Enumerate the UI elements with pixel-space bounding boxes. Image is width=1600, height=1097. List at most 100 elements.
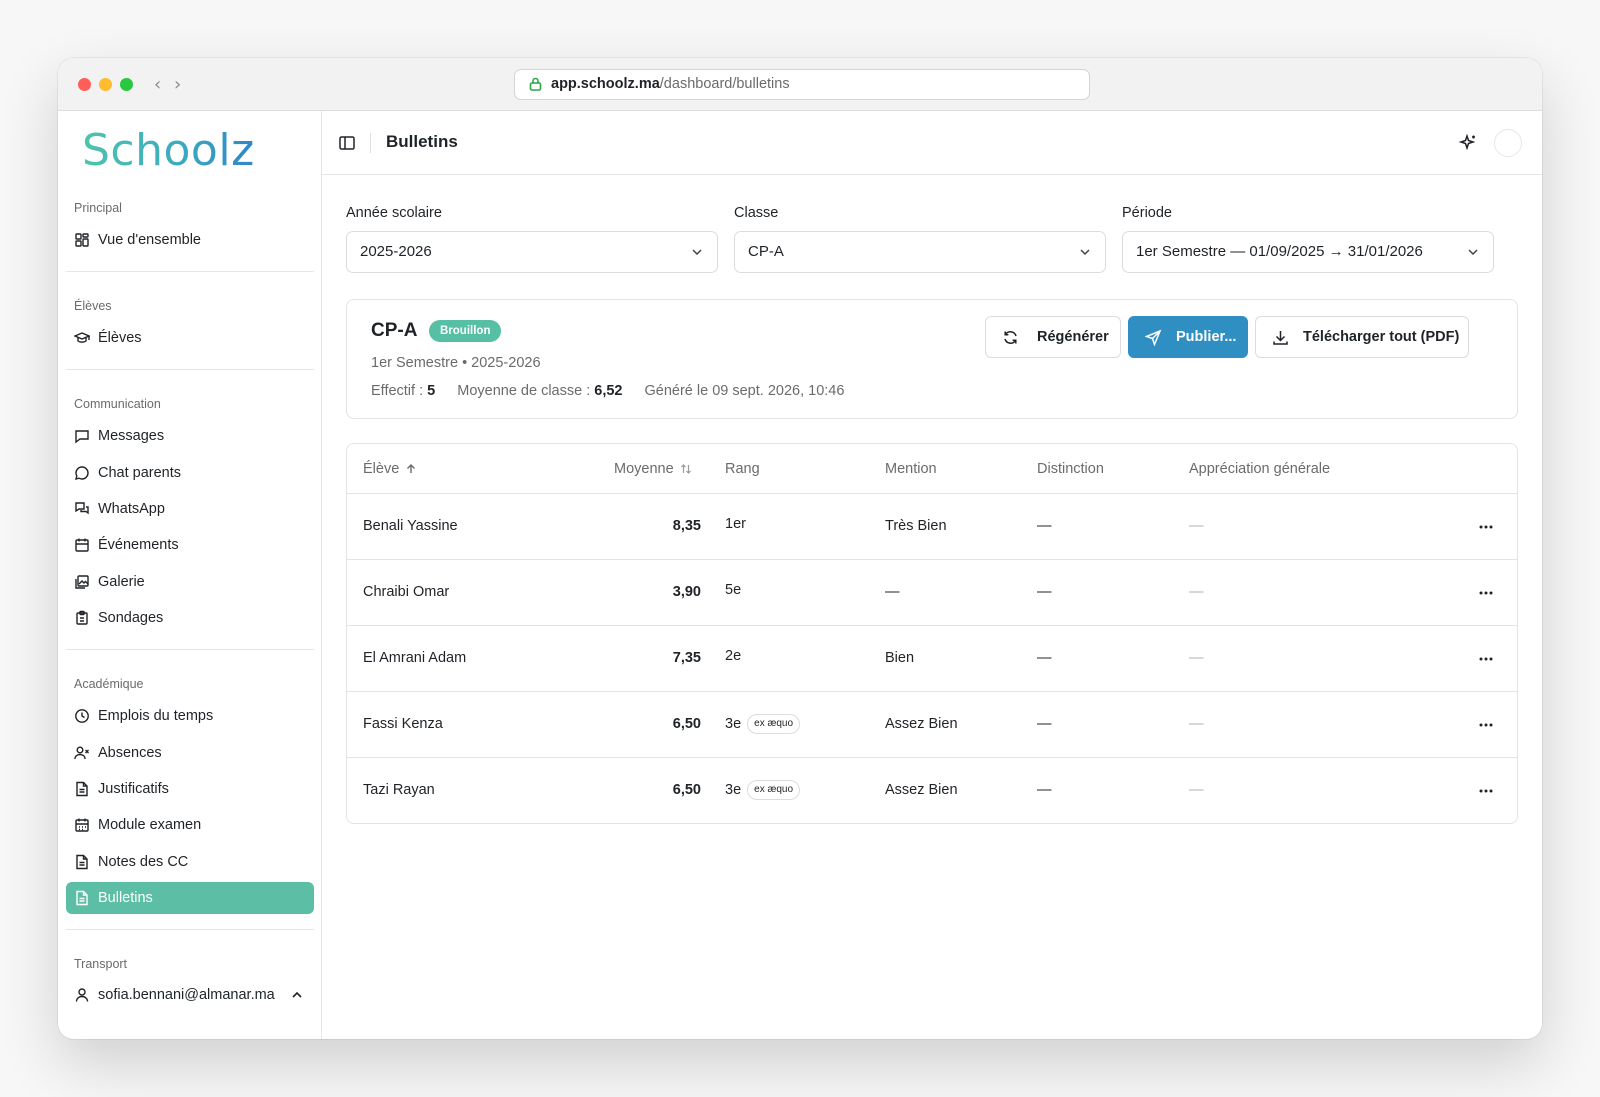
header-appreciation: Appréciation générale: [1189, 461, 1331, 477]
header-distinction: Distinction: [1037, 461, 1104, 477]
more-horizontal-icon[interactable]: [1477, 584, 1495, 602]
sidebar-item-emplois-du-temps[interactable]: Emplois du temps: [66, 700, 314, 732]
download-all-pdf-button[interactable]: Télécharger tout (PDF): [1255, 316, 1469, 358]
ex-aequo-badge: ex æquo: [747, 714, 801, 734]
user-menu[interactable]: sofia.bennani@almanar.ma: [66, 979, 314, 1011]
sort-arrows-icon: [680, 463, 692, 475]
sidebar-item-vue-ensemble[interactable]: Vue d'ensemble: [66, 224, 314, 256]
student-mention: Très Bien: [885, 518, 947, 534]
student-rank: 2e: [725, 648, 741, 664]
table-row[interactable]: Benali Yassine 8,35 1er Très Bien — —: [347, 494, 1517, 560]
student-average: 7,35: [672, 650, 701, 666]
section-label-transport: Transport: [74, 957, 128, 971]
class-filter-label: Classe: [734, 205, 779, 221]
class-select[interactable]: CP-A: [734, 231, 1106, 273]
section-label-communication: Communication: [74, 397, 161, 411]
header-mention: Mention: [885, 461, 937, 477]
student-rank: 1er: [725, 516, 746, 532]
rank-value: 3e: [725, 716, 742, 732]
sidebar-item-notes-des-cc[interactable]: Notes des CC: [66, 846, 314, 878]
sidebar-item-label: Messages: [98, 428, 165, 444]
sidebar-item-label: Bulletins: [98, 890, 153, 906]
moyenne-label: Moyenne de classe :: [457, 383, 591, 399]
sidebar-item-label: Sondages: [98, 610, 164, 626]
student-appreciation: —: [1189, 782, 1204, 798]
rank-value: 2e: [725, 648, 742, 664]
back-arrow-icon[interactable]: ‹: [154, 74, 161, 95]
sidebar-item-bulletins[interactable]: Bulletins: [66, 882, 314, 914]
main-content: Bulletins Année scolaire 2025-2026 Class…: [322, 111, 1542, 1039]
forward-arrow-icon[interactable]: ›: [174, 74, 181, 95]
avatar[interactable]: [1494, 129, 1522, 157]
student-average: 6,50: [672, 716, 701, 732]
student-appreciation: —: [1189, 584, 1204, 600]
table-row[interactable]: Tazi Rayan 6,50 3e ex æquo Assez Bien — —: [347, 758, 1517, 823]
refresh-icon: [1002, 329, 1019, 346]
calendar-days-icon: [74, 817, 90, 833]
sparkles-icon[interactable]: [1458, 133, 1478, 153]
publish-label: Publier...: [1176, 329, 1237, 345]
class-stats: Effectif : 5 Moyenne de classe : 6,52 Géné…: [371, 383, 844, 399]
student-name: Fassi Kenza: [363, 716, 443, 732]
student-name: El Amrani Adam: [363, 650, 467, 666]
bulletins-table: Élève Moyenne Rang Mention Distinction A…: [346, 443, 1518, 824]
download-icon: [1272, 329, 1289, 346]
topbar: Bulletins: [322, 111, 1542, 175]
maximize-window-button[interactable]: [120, 78, 133, 91]
student-distinction: —: [1037, 782, 1052, 798]
close-window-button[interactable]: [78, 78, 91, 91]
student-rank: 3e ex æquo: [725, 714, 801, 734]
dashboard-icon: [74, 232, 90, 248]
student-appreciation: —: [1189, 518, 1204, 534]
header-average-label: Moyenne: [614, 461, 674, 477]
header-rank: Rang: [725, 461, 760, 477]
table-row[interactable]: Fassi Kenza 6,50 3e ex æquo Assez Bien — …: [347, 692, 1517, 758]
file-text-icon: [74, 854, 90, 870]
rank-value: 1er: [725, 516, 746, 532]
sidebar-item-messages[interactable]: Messages: [66, 420, 314, 452]
header-student[interactable]: Élève: [363, 461, 417, 477]
table-row[interactable]: El Amrani Adam 7,35 2e Bien — —: [347, 626, 1517, 692]
student-distinction: —: [1037, 518, 1052, 534]
clipboard-icon: [74, 610, 90, 626]
period-select[interactable]: 1er Semestre — 01/09/2025 → 31/01/2026: [1122, 231, 1494, 273]
sidebar-item-galerie[interactable]: Galerie: [66, 566, 314, 598]
sidebar-item-eleves[interactable]: Élèves: [66, 322, 314, 354]
chevron-up-icon: [290, 988, 304, 1002]
sidebar-item-module-examen[interactable]: Module examen: [66, 809, 314, 841]
sidebar-toggle-icon[interactable]: [338, 134, 356, 152]
calendar-icon: [74, 537, 90, 553]
sidebar-item-label: Notes des CC: [98, 854, 189, 870]
effectif-value: 5: [427, 383, 436, 399]
sidebar-item-justificatifs[interactable]: Justificatifs: [66, 773, 314, 805]
address-bar[interactable]: app.schoolz.ma/dashboard/bulletins: [514, 69, 1090, 100]
period-select-value: 1er Semestre — 01/09/2025 → 31/01/2026: [1136, 243, 1423, 260]
student-rank: 3e ex æquo: [725, 780, 801, 800]
header-average[interactable]: Moyenne: [614, 461, 692, 477]
sidebar-item-sondages[interactable]: Sondages: [66, 602, 314, 634]
year-filter-label: Année scolaire: [346, 205, 442, 221]
bulletin-summary-card: CP-A Brouillon 1er Semestre • 2025-2026 …: [346, 299, 1518, 419]
more-horizontal-icon[interactable]: [1477, 782, 1495, 800]
sidebar-item-evenements[interactable]: Événements: [66, 529, 314, 561]
year-select[interactable]: 2025-2026: [346, 231, 718, 273]
minimize-window-button[interactable]: [99, 78, 112, 91]
more-horizontal-icon[interactable]: [1477, 650, 1495, 668]
sidebar-item-label: Événements: [98, 537, 179, 553]
publish-button[interactable]: Publier...: [1128, 316, 1248, 358]
chevron-down-icon: [692, 249, 702, 256]
sidebar-item-absences[interactable]: Absences: [66, 737, 314, 769]
student-mention: Assez Bien: [885, 716, 958, 732]
regenerate-button[interactable]: Régénérer: [985, 316, 1121, 358]
table-row[interactable]: Chraibi Omar 3,90 5e — — —: [347, 560, 1517, 626]
period-subtitle: 1er Semestre • 2025-2026: [371, 355, 541, 371]
more-horizontal-icon[interactable]: [1477, 716, 1495, 734]
schoolz-logo[interactable]: Schoolz: [82, 125, 255, 176]
student-appreciation: —: [1189, 716, 1204, 732]
student-distinction: —: [1037, 716, 1052, 732]
sidebar-item-chat-parents[interactable]: Chat parents: [66, 457, 314, 489]
student-mention: Bien: [885, 650, 915, 666]
sidebar-item-whatsapp[interactable]: WhatsApp: [66, 493, 314, 525]
moyenne-value: 6,52: [594, 383, 623, 399]
more-horizontal-icon[interactable]: [1477, 518, 1495, 536]
